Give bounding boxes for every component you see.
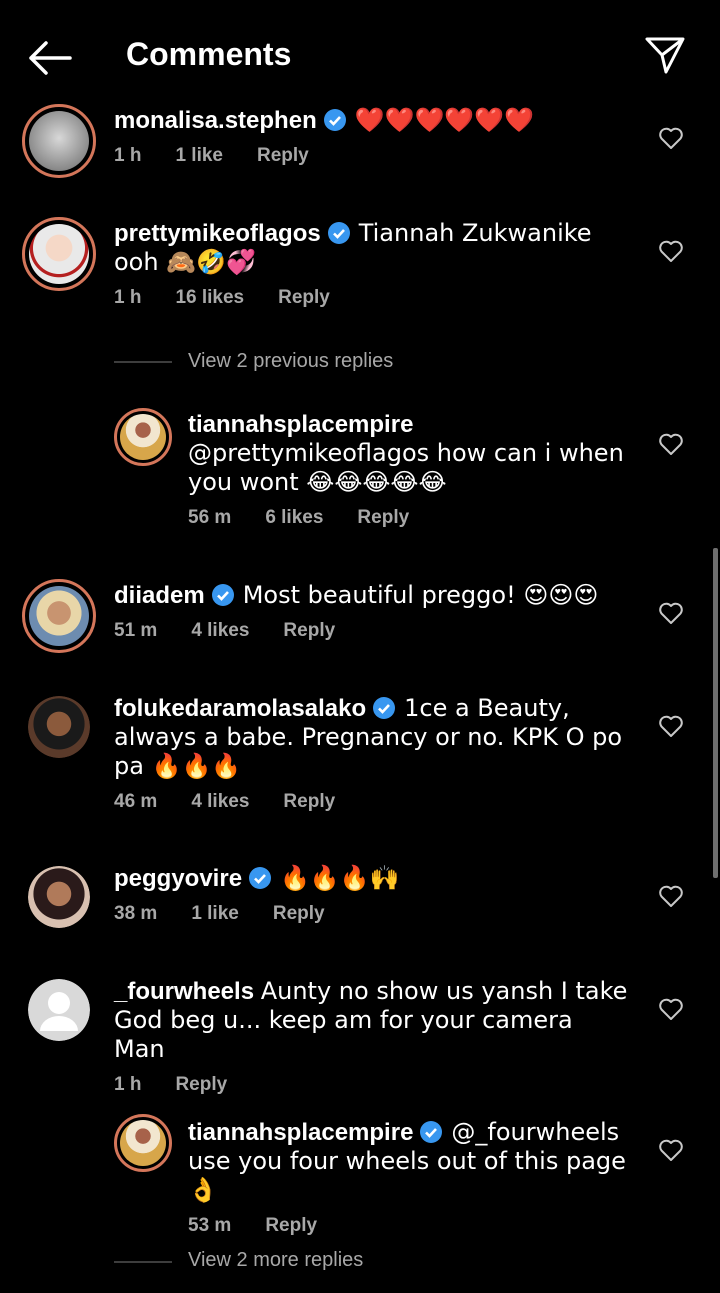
comment-likes[interactable]: 6 likes: [265, 507, 323, 529]
like-heart-icon[interactable]: [658, 239, 684, 263]
like-heart-icon[interactable]: [658, 126, 684, 150]
comment-time: 1 h: [114, 1074, 142, 1095]
comment-time: 51 m: [114, 620, 158, 641]
comment-time: 1 h: [114, 145, 142, 166]
divider-line: [114, 361, 172, 363]
verified-badge-icon: [211, 584, 234, 606]
comment-text: 🔥🔥🔥🙌: [280, 864, 400, 892]
comment-likes[interactable]: 4 likes: [191, 791, 249, 813]
verified-badge-icon: [249, 867, 272, 889]
like-heart-icon[interactable]: [658, 884, 684, 908]
like-heart-icon[interactable]: [658, 432, 684, 456]
comment-time: 1 h: [114, 287, 142, 308]
comment-time: 46 m: [114, 791, 158, 812]
avatar[interactable]: [28, 696, 90, 758]
page-title: Comments: [126, 36, 292, 72]
comment-likes[interactable]: 16 likes: [175, 287, 244, 309]
back-arrow-icon[interactable]: [26, 38, 72, 78]
comment-text: ❤️❤️❤️❤️❤️❤️: [354, 106, 535, 134]
like-heart-icon[interactable]: [658, 714, 684, 738]
comment-likes[interactable]: 1 like: [175, 145, 223, 167]
comment-username[interactable]: diiadem: [114, 582, 205, 609]
verified-badge-icon: [373, 697, 396, 719]
reply-button[interactable]: Reply: [273, 903, 325, 925]
avatar[interactable]: [28, 979, 90, 1041]
avatar[interactable]: [114, 1114, 172, 1172]
comment-username[interactable]: monalisa.stephen: [114, 107, 317, 134]
verified-badge-icon: [323, 109, 346, 131]
reply-button[interactable]: Reply: [257, 145, 309, 167]
avatar[interactable]: [22, 217, 96, 291]
verified-badge-icon: [327, 222, 350, 244]
comment-username[interactable]: folukedaramolasalako: [114, 695, 366, 722]
comment-username[interactable]: _fourwheels: [114, 978, 254, 1005]
view-previous-replies-link[interactable]: View 2 previous replies: [188, 350, 393, 373]
comment-text: Most beautiful preggo! 😍😍😍: [242, 581, 599, 609]
comment-username[interactable]: prettymikeoflagos: [114, 220, 321, 247]
view-more-replies-link[interactable]: View 2 more replies: [188, 1249, 363, 1272]
verified-badge-icon: [420, 1121, 443, 1143]
comment-likes[interactable]: 1 like: [191, 903, 239, 925]
comment-time: 38 m: [114, 903, 158, 924]
default-avatar-icon: [40, 992, 78, 1031]
reply-button[interactable]: Reply: [357, 507, 409, 529]
send-icon[interactable]: [644, 34, 686, 76]
avatar[interactable]: [22, 579, 96, 653]
divider-line: [114, 1261, 172, 1263]
reply-button[interactable]: Reply: [265, 1215, 317, 1237]
reply-button[interactable]: Reply: [175, 1074, 227, 1096]
scrollbar[interactable]: [713, 548, 718, 878]
comment-time: 53 m: [188, 1215, 232, 1236]
comment-time: 56 m: [188, 507, 232, 528]
like-heart-icon[interactable]: [658, 1138, 684, 1162]
avatar[interactable]: [28, 866, 90, 928]
header-bar: Comments: [0, 0, 720, 110]
comment-text: @prettymikeoflagos how can i when you wo…: [188, 439, 624, 496]
reply-button[interactable]: Reply: [283, 791, 335, 813]
reply-button[interactable]: Reply: [283, 620, 335, 642]
comment-username[interactable]: tiannahsplacempire: [188, 411, 413, 438]
avatar[interactable]: [114, 408, 172, 466]
comment-username[interactable]: tiannahsplacempire: [188, 1119, 413, 1146]
comment-likes[interactable]: 4 likes: [191, 620, 249, 642]
avatar[interactable]: [22, 104, 96, 178]
like-heart-icon[interactable]: [658, 601, 684, 625]
like-heart-icon[interactable]: [658, 997, 684, 1021]
reply-button[interactable]: Reply: [278, 287, 330, 309]
comment-username[interactable]: peggyovire: [114, 865, 242, 892]
